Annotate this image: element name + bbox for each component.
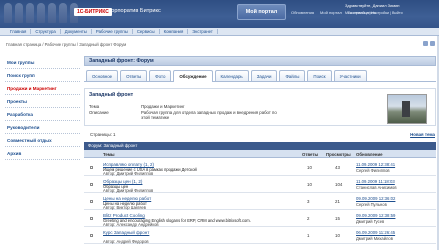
col-replies: Ответы: [302, 151, 319, 157]
topic-last-date[interactable]: 09.09.2009 12:38:59: [356, 213, 395, 218]
topic-author: Автор: Александр Андрейков: [103, 222, 159, 227]
topic-checkbox[interactable]: [90, 183, 93, 186]
tab-members[interactable]: Участники: [333, 70, 367, 81]
portal-header: 1С-БИТРИКС Корпоратив Битрикс Мой портал…: [0, 0, 439, 28]
tab-main[interactable]: Основное: [86, 70, 119, 81]
description-value: Рабочая группа для отдела западных прода…: [141, 109, 277, 121]
my-portal-button[interactable]: Мой портал: [237, 4, 286, 20]
top-link-updates[interactable]: Обновления: [291, 10, 314, 15]
sidebar-item-sales-marketing[interactable]: Продажи и Маркетинг: [5, 82, 80, 95]
topic-author: Автор: Виктор Шиляев: [103, 205, 146, 210]
topic-replies: 1: [307, 233, 310, 238]
tab-search[interactable]: Поиск: [307, 70, 332, 81]
nav-item-structure[interactable]: Структура: [31, 29, 61, 34]
nav-item-workgroups[interactable]: Рабочие группы: [92, 29, 133, 34]
topic-last-date[interactable]: 11.09.2009 12:38:41: [356, 162, 395, 167]
sidebar-item-archive[interactable]: Архив: [5, 147, 80, 160]
nav-item-services[interactable]: Сервисы: [133, 29, 160, 34]
main-nav: Главная Структура Документы Рабочие груп…: [0, 28, 439, 36]
tab-tasks[interactable]: Задачи: [250, 70, 278, 81]
topic-last-author: Сергей Пульнов: [356, 202, 387, 207]
col-topics: Темы: [103, 151, 115, 157]
forum-title-bar: Форум: Западный фронт: [84, 142, 436, 150]
topic-author: Автор: Дмитрий Филиппов: [103, 171, 154, 176]
nav-item-documents[interactable]: Документы: [61, 29, 92, 34]
topic-last-date[interactable]: 11.09.2009 11:18:03: [356, 179, 395, 184]
col-updated: Обновление: [356, 151, 383, 157]
table-row: Исправляю оплату (1, 2) Ищем решение с U…: [84, 160, 436, 176]
topic-views: 43: [335, 165, 340, 170]
topic-checkbox[interactable]: [90, 234, 93, 237]
topic-views: 10: [335, 233, 340, 238]
group-fields: Тема Продажи и Маркетинг Описание Рабоча…: [89, 104, 281, 121]
pagination[interactable]: Страницы: 1: [90, 132, 116, 137]
topic-author: Автор: Андрей Федоров: [103, 239, 149, 244]
forum-table-header: Темы Ответы Просмотры Обновление: [84, 150, 436, 158]
sidebar: Мои группы Поиск групп Продажи и Маркети…: [5, 56, 80, 160]
topic-checkbox[interactable]: [90, 200, 93, 203]
topic-views: 21: [335, 199, 340, 204]
col-views: Просмотры: [326, 151, 351, 157]
header-people-graphic: [4, 3, 78, 23]
new-topic-link[interactable]: Новая тема: [410, 132, 435, 137]
user-links[interactable]: Моя страница | Настройки | Выйти: [345, 11, 437, 16]
topic-title[interactable]: Курс Западный фронт: [103, 230, 149, 235]
topic-checkbox[interactable]: [90, 217, 93, 220]
product-name: Корпоратив Битрикс: [108, 8, 161, 14]
nav-item-home[interactable]: Главная: [6, 29, 32, 34]
topic-last-date[interactable]: 06.09.2009 11:26:45: [356, 230, 395, 235]
group-photo: [387, 94, 427, 124]
topic-last-date[interactable]: 09.09.2009 12:36:02: [356, 196, 395, 201]
nav-item-company[interactable]: Компания: [160, 29, 189, 34]
table-row: Курс Западный фронт Автор: Андрей Федоро…: [84, 228, 436, 244]
breadcrumb[interactable]: Главная страница / Рабочие группы / Запа…: [6, 42, 126, 47]
sidebar-item-leisure[interactable]: Совместный отдых: [5, 134, 80, 147]
topic-last-author: Станислав Анисимов: [356, 185, 397, 190]
table-row: Образцы цен (1, 2) Образцы цен Автор: Дм…: [84, 177, 436, 193]
topic-replies: 3: [307, 199, 310, 204]
tab-discussion[interactable]: Обсуждение: [173, 70, 213, 82]
top-link-portal[interactable]: Мой портал: [320, 10, 342, 15]
topic-replies: 2: [307, 216, 310, 221]
topic-replies: 10: [307, 165, 312, 170]
description-label: Описание: [89, 109, 109, 115]
topic-views: 104: [335, 182, 343, 187]
print-icon[interactable]: [423, 41, 428, 46]
tab-answers[interactable]: Ответы: [120, 70, 148, 81]
table-row: Blitz Product Cooling Greeting and encou…: [84, 211, 436, 227]
bitrix-logo[interactable]: 1С-БИТРИКС: [74, 8, 112, 16]
sidebar-item-search-groups[interactable]: Поиск групп: [5, 69, 80, 82]
topic-views: 15: [335, 216, 340, 221]
tab-photo[interactable]: Фото: [149, 70, 172, 81]
topic-replies: 10: [307, 182, 312, 187]
page-tools: [423, 41, 435, 46]
nav-item-extranet[interactable]: Экстранет: [188, 29, 218, 34]
sidebar-item-managers[interactable]: Руководители: [5, 121, 80, 134]
topic-author: Автор: Дмитрий Филиппов: [103, 188, 154, 193]
page-title: Западный фронт: Форум: [84, 56, 436, 66]
group-tabs: Основное Ответы Фото Обсуждение Календар…: [84, 70, 436, 82]
table-row: Цены на неделю работ Цены на неделю рабо…: [84, 194, 436, 210]
sidebar-item-development[interactable]: Разработка: [5, 108, 80, 121]
welcome-text: Здравствуйте, Даниил Зимин: [345, 3, 400, 8]
topic-last-author: Сергей Филиппов: [356, 168, 390, 173]
topic-last-author: Дмитрий Михайлов: [356, 236, 393, 241]
rss-icon[interactable]: [430, 41, 435, 46]
tab-files[interactable]: Файлы: [279, 70, 306, 81]
topic-last-author: Дмитрий Гусев: [356, 219, 385, 224]
sidebar-item-projects[interactable]: Проекты: [5, 95, 80, 108]
group-name: Западный фронт: [89, 92, 134, 98]
tab-calendar[interactable]: Календарь: [214, 70, 249, 81]
topic-checkbox[interactable]: [90, 166, 93, 169]
group-info-panel: Западный фронт Тема Продажи и Маркетинг …: [84, 88, 436, 126]
sidebar-item-my-groups[interactable]: Мои группы: [5, 56, 80, 69]
